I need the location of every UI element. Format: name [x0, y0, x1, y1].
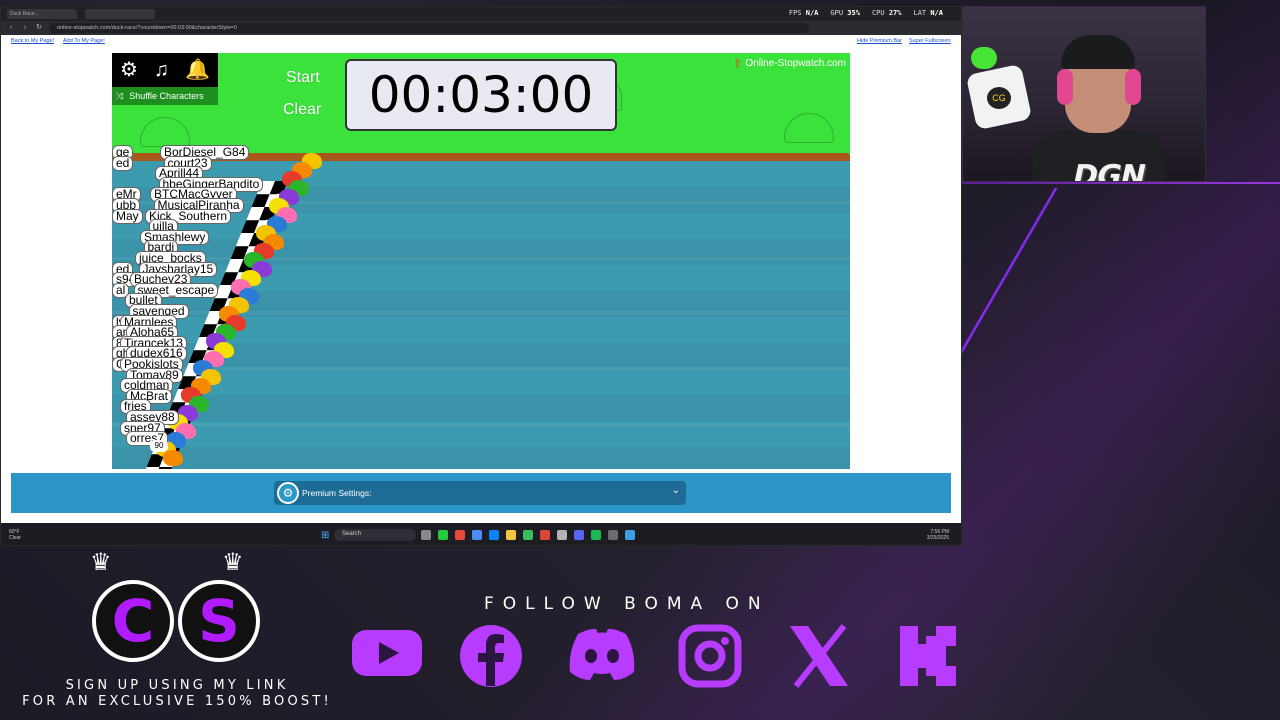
- browser-tab[interactable]: Duck Race...: [7, 9, 77, 19]
- pillow-logo: CG: [987, 87, 1011, 109]
- hud-lat: LAT N/A: [913, 9, 943, 17]
- racer-name-tag: ed: [112, 155, 134, 171]
- chevron-down-icon[interactable]: ⌄: [672, 485, 680, 496]
- brand-label: Online-Stopwatch.com: [745, 58, 846, 69]
- browser-window: Duck Race... FPS N/A GPU 35% CPU 27% LAT…: [0, 6, 962, 546]
- signup-text-line2: FOR AN EXCLUSIVE 150% BOOST!: [22, 694, 332, 709]
- reload-icon[interactable]: ↻: [35, 24, 43, 32]
- crown-icon: ♛: [222, 549, 244, 576]
- discord-icon[interactable]: [574, 530, 584, 540]
- app-icon[interactable]: [557, 530, 567, 540]
- file-explorer-icon[interactable]: [506, 530, 516, 540]
- x-icon: [788, 624, 850, 688]
- hide-premium-bar-link[interactable]: Hide Premium Bar: [857, 38, 902, 44]
- chrome-icon[interactable]: [540, 530, 550, 540]
- shuffle-characters-button[interactable]: ⤨ Shuffle Characters: [112, 87, 218, 105]
- app-icon[interactable]: [472, 530, 482, 540]
- discord-icon: [566, 624, 638, 688]
- taskbar-clock[interactable]: 7:56 PM 3/25/2025: [927, 529, 949, 541]
- spotify-icon[interactable]: [591, 530, 601, 540]
- brand-logo[interactable]: ⇧ Online-Stopwatch.com: [733, 57, 846, 70]
- clear-button[interactable]: Clear: [283, 101, 321, 119]
- app-icon[interactable]: [625, 530, 635, 540]
- racer-name-tag: May: [112, 208, 143, 224]
- gear-icon[interactable]: ⚙: [120, 60, 138, 80]
- perf-hud: FPS N/A GPU 35% CPU 27% LAT N/A: [789, 9, 943, 17]
- app-icon[interactable]: [523, 530, 533, 540]
- music-icon[interactable]: ♫: [154, 60, 169, 80]
- hud-gpu: GPU 35%: [830, 9, 860, 17]
- crown-icon: ♛: [90, 549, 112, 576]
- signup-text-line1: SIGN UP USING MY LINK: [65, 678, 289, 693]
- app-icon[interactable]: [455, 530, 465, 540]
- bush-decoration: [784, 113, 834, 143]
- settings-icon: ⚙: [277, 482, 299, 504]
- url-field[interactable]: online-stopwatch.com/duck-race/?countdow…: [49, 23, 809, 33]
- dgn-logo: DGN: [1069, 159, 1149, 182]
- webcam-feed: CG DGN: [962, 6, 1206, 182]
- overlay-divider: [962, 182, 1280, 184]
- premium-settings-bar[interactable]: ⚙ Premium Settings: ⌄: [274, 481, 686, 505]
- taskbar-apps: [421, 530, 635, 540]
- add-to-my-page-link[interactable]: Add To My Page!: [63, 38, 105, 44]
- kick-icon: [898, 624, 958, 688]
- duck-race-game[interactable]: ge BorDiesel_G84 ed court23 Aprill44 hbeGinge…: [112, 53, 850, 469]
- super-fullscreen-link[interactable]: Super Fullscreen: [909, 38, 951, 44]
- task-view-icon[interactable]: [421, 530, 431, 540]
- plush-toy: [971, 47, 997, 69]
- bush-decoration: [140, 117, 190, 147]
- address-bar: ‹ › ↻ online-stopwatch.com/duck-race/?co…: [1, 21, 961, 35]
- os-taskbar: 60°F Clear ⊞ Search 7:56 PM 3/25/2025: [1, 523, 961, 545]
- facebook-icon: [458, 624, 524, 688]
- headphones-icon: [1125, 69, 1141, 105]
- windows-start-icon[interactable]: ⊞: [321, 530, 329, 541]
- taskbar-search-input[interactable]: Search: [334, 529, 416, 541]
- web-page: Back to My Page! Add To My Page! Hide Pr…: [1, 35, 961, 523]
- hud-cpu: CPU 27%: [871, 9, 902, 17]
- app-icon[interactable]: [608, 530, 618, 540]
- streamer-beanie: [1061, 35, 1135, 69]
- premium-strip: ⚙ Premium Settings: ⌄: [11, 473, 951, 513]
- start-button[interactable]: Start: [286, 69, 320, 87]
- headphones-icon: [1057, 69, 1073, 105]
- follow-text: FOLLOW BOMA ON: [484, 594, 770, 614]
- cs-badge-s: S: [178, 580, 260, 662]
- countdown-timer: 00:03:00: [345, 59, 617, 131]
- instagram-icon: [678, 624, 742, 688]
- cs-badge-c: C: [92, 580, 174, 662]
- browser-tab[interactable]: [85, 9, 155, 19]
- weather-widget[interactable]: 60°F Clear: [9, 529, 21, 541]
- edge-icon[interactable]: [489, 530, 499, 540]
- back-to-my-page-link[interactable]: Back to My Page!: [11, 38, 54, 44]
- game-control-box: ⚙ ♫ 🔔: [112, 53, 218, 87]
- duck-number-badge: 90: [150, 440, 168, 452]
- app-icon[interactable]: [438, 530, 448, 540]
- shuffle-icon: ⤨: [116, 90, 124, 101]
- bell-icon[interactable]: 🔔: [185, 60, 210, 80]
- forward-arrow-icon[interactable]: ›: [21, 24, 29, 32]
- premium-settings-label: Premium Settings:: [302, 488, 372, 498]
- brand-arrow-icon: ⇧: [733, 58, 743, 70]
- racer-name-tags: ge BorDiesel_G84 ed court23 Aprill44 hbeGinge…: [112, 145, 292, 447]
- hud-fps: FPS N/A: [788, 9, 819, 17]
- duck-racer: [163, 450, 184, 466]
- browser-tab-strip: Duck Race... FPS N/A GPU 35% CPU 27% LAT…: [1, 7, 961, 21]
- back-arrow-icon[interactable]: ‹: [7, 24, 15, 32]
- youtube-icon: [350, 624, 424, 688]
- shuffle-label: Shuffle Characters: [129, 91, 204, 101]
